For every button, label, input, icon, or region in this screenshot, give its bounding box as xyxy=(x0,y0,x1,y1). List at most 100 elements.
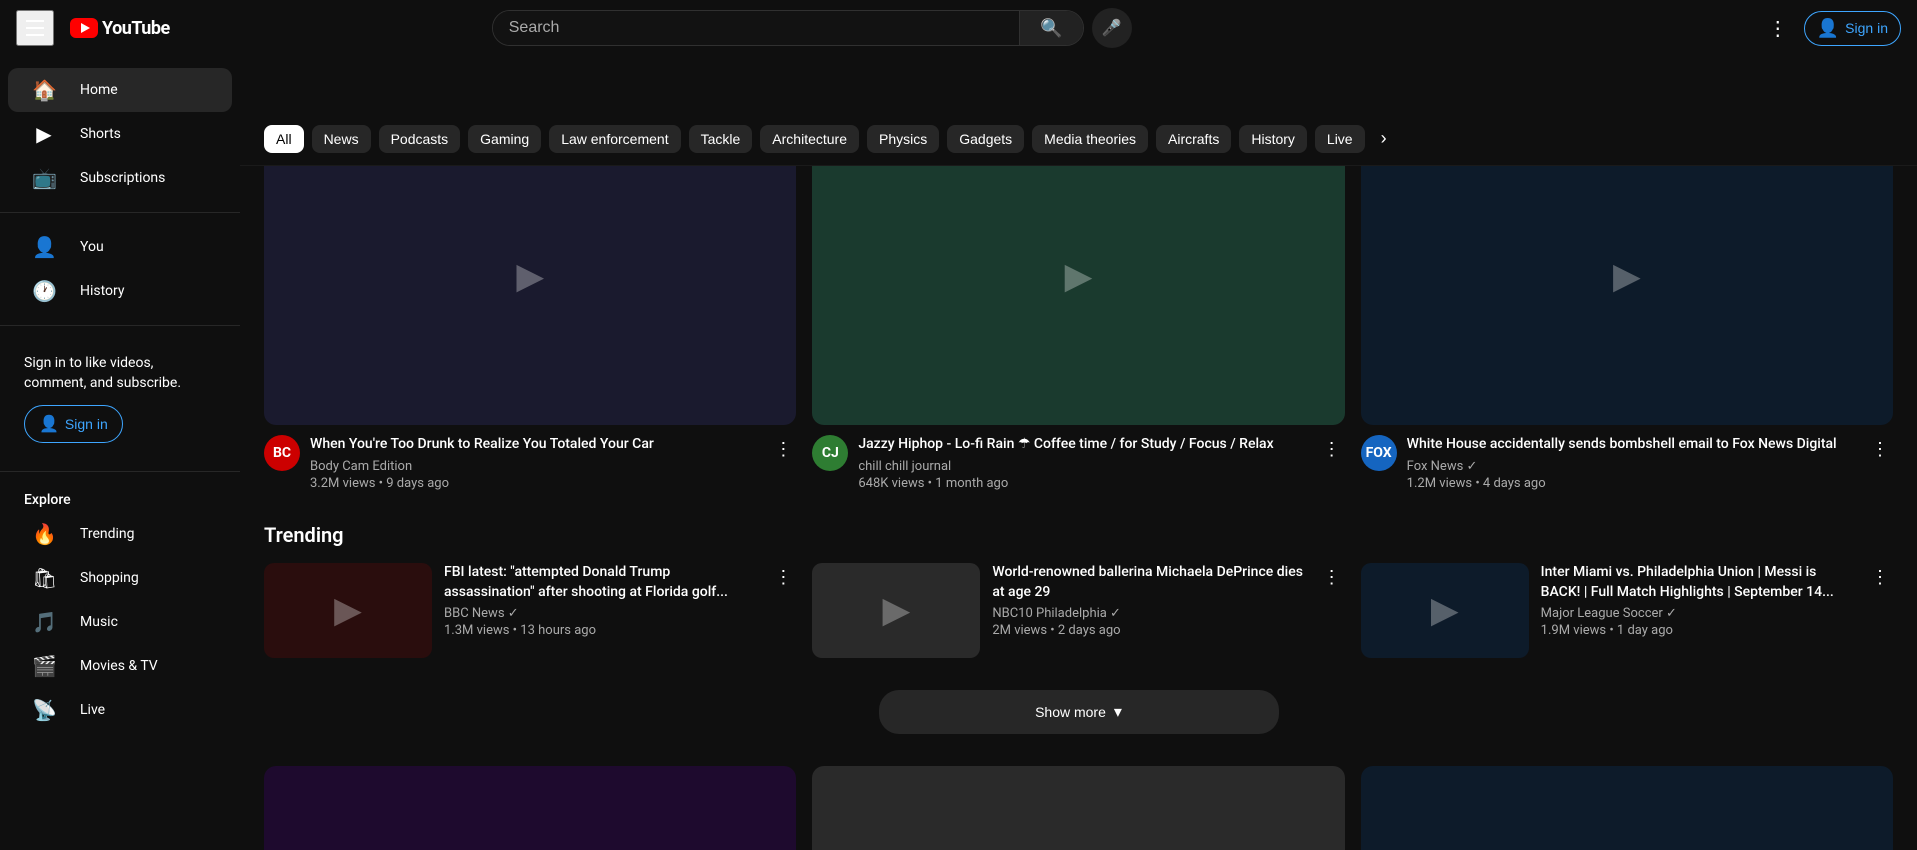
video-card-v1[interactable]: ▶ BC When You're Too Drunk to Realize Yo… xyxy=(264,126,796,491)
trending-item-t2[interactable]: ▶ World-renowned ballerina Michaela DePr… xyxy=(812,563,1344,658)
filter-chip-news[interactable]: News xyxy=(312,125,371,153)
sidebar-item-music[interactable]: 🎵 Music xyxy=(8,600,232,644)
shopping-icon: 🛍 xyxy=(32,566,56,590)
trending-thumb-t1: ▶ xyxy=(264,563,432,658)
video-thumb-mv1: ▶ xyxy=(264,766,796,850)
channel-avatar-v1[interactable]: BC xyxy=(264,435,300,471)
trending-title-t3: Inter Miami vs. Philadelphia Union | Mes… xyxy=(1541,563,1855,602)
video-more-button-v3[interactable]: ⋮ xyxy=(1867,435,1893,464)
youtube-logo-icon xyxy=(70,18,98,38)
trending-more-button-t1[interactable]: ⋮ xyxy=(770,563,796,592)
filter-chip-aircrafts[interactable]: Aircrafts xyxy=(1156,125,1231,153)
video-thumb-v1: ▶ xyxy=(264,126,796,425)
hamburger-menu-button[interactable] xyxy=(16,10,54,46)
sidebar-divider-2 xyxy=(0,325,240,326)
more-options-button[interactable]: ⋮ xyxy=(1760,8,1796,49)
trending-item-t1[interactable]: ▶ FBI latest: "attempted Donald Trump as… xyxy=(264,563,796,658)
sidebar-signin-button[interactable]: 👤 Sign in xyxy=(24,405,123,443)
live-icon: 📡 xyxy=(32,698,56,722)
trending-details-t2: World-renowned ballerina Michaela DePrin… xyxy=(992,563,1306,658)
filter-chip-gaming[interactable]: Gaming xyxy=(468,125,541,153)
chevron-down-icon: ▾ xyxy=(1114,702,1122,722)
video-info-v3: FOX White House accidentally sends bombs… xyxy=(1361,435,1893,491)
trending-item-t3[interactable]: ▶ Inter Miami vs. Philadelphia Union | M… xyxy=(1361,563,1893,658)
sidebar-label-trending: Trending xyxy=(80,526,135,542)
sidebar-signin-label: Sign in xyxy=(65,416,108,432)
filter-chip-all[interactable]: All xyxy=(264,125,304,153)
sidebar-item-live[interactable]: 📡 Live xyxy=(8,688,232,732)
mic-button[interactable]: 🎤 xyxy=(1092,8,1132,48)
channel-avatar-v3[interactable]: FOX xyxy=(1361,435,1397,471)
trending-thumb-t3: ▶ xyxy=(1361,563,1529,658)
sidebar-label-movies: Movies & TV xyxy=(80,658,158,674)
filter-chip-physics[interactable]: Physics xyxy=(867,125,939,153)
filter-chip-architecture[interactable]: Architecture xyxy=(760,125,859,153)
trending-details-t3: Inter Miami vs. Philadelphia Union | Mes… xyxy=(1541,563,1855,658)
video-more-button-v1[interactable]: ⋮ xyxy=(770,435,796,464)
filter-chip-podcasts[interactable]: Podcasts xyxy=(379,125,461,153)
sidebar-label-home: Home xyxy=(80,82,118,98)
filter-chip-media_theories[interactable]: Media theories xyxy=(1032,125,1148,153)
show-more-container: Show more ▾ xyxy=(240,674,1917,750)
sidebar-signin-icon: 👤 xyxy=(39,414,59,434)
search-input[interactable] xyxy=(493,11,1020,45)
header-right: ⋮ 👤 Sign in xyxy=(1760,8,1901,49)
sidebar: 🏠 Home ▶ Shorts 📺 Subscriptions 👤 You 🕐 … xyxy=(0,56,240,850)
filter-chip-tackle[interactable]: Tackle xyxy=(689,125,753,153)
trending-channel-t3: Major League Soccer ✓ xyxy=(1541,606,1855,621)
trending-more-button-t2[interactable]: ⋮ xyxy=(1319,563,1345,592)
main-layout: 🏠 Home ▶ Shorts 📺 Subscriptions 👤 You 🕐 … xyxy=(0,56,1917,850)
explore-label: Explore xyxy=(0,484,240,512)
video-card-v3[interactable]: ▶ FOX White House accidentally sends bom… xyxy=(1361,126,1893,491)
sidebar-label-live: Live xyxy=(80,702,105,718)
video-title-v2: Jazzy Hiphop - Lo-fi Rain ☂ Coffee time … xyxy=(858,435,1308,455)
search-bar: 🔍 xyxy=(492,10,1084,46)
filter-chip-law_enforcement[interactable]: Law enforcement xyxy=(549,125,680,153)
sidebar-item-trending[interactable]: 🔥 Trending xyxy=(8,512,232,556)
sidebar-label-music: Music xyxy=(80,614,118,630)
trending-more-button-t3[interactable]: ⋮ xyxy=(1867,563,1893,592)
sign-in-button[interactable]: 👤 Sign in xyxy=(1804,11,1901,46)
video-details-v3: White House accidentally sends bombshell… xyxy=(1407,435,1857,491)
sidebar-item-movies[interactable]: 🎬 Movies & TV xyxy=(8,644,232,688)
show-more-button[interactable]: Show more ▾ xyxy=(879,690,1279,734)
header-left: YouTube xyxy=(16,10,170,46)
you-icon: 👤 xyxy=(32,235,56,259)
video-channel-v3: Fox News ✓ xyxy=(1407,459,1857,474)
video-card-mv3[interactable]: ▶ Ve Inside The Navy's Indoor Ocean Veri… xyxy=(1361,766,1893,850)
video-thumb-mv3: ▶ xyxy=(1361,766,1893,850)
video-thumb-v2: ▶ xyxy=(812,126,1344,425)
music-icon: 🎵 xyxy=(32,610,56,634)
sidebar-signin-text: Sign in to like videos, comment, and sub… xyxy=(24,354,216,393)
sidebar-item-history[interactable]: 🕐 History xyxy=(8,269,232,313)
trending-section: Trending ▶ FBI latest: "attempted Donald… xyxy=(240,507,1917,674)
video-meta-v1: 3.2M views • 9 days ago xyxy=(310,476,760,491)
video-more-button-v2[interactable]: ⋮ xyxy=(1319,435,1345,464)
video-card-mv1[interactable]: ▶ RT I Survived 50 Hours in Apple Vision… xyxy=(264,766,796,850)
video-card-mv2[interactable]: ▶ TF Taking a 100-Year-Old Model T to a … xyxy=(812,766,1344,850)
video-card-v2[interactable]: ▶ CJ Jazzy Hiphop - Lo-fi Rain ☂ Coffee … xyxy=(812,126,1344,491)
filter-next-arrow[interactable]: › xyxy=(1373,124,1395,153)
sidebar-item-home[interactable]: 🏠 Home xyxy=(8,68,232,112)
top-videos-grid: ▶ BC When You're Too Drunk to Realize Yo… xyxy=(264,126,1893,491)
sidebar-item-subscriptions[interactable]: 📺 Subscriptions xyxy=(8,156,232,200)
filter-chip-gadgets[interactable]: Gadgets xyxy=(947,125,1024,153)
sidebar-item-you[interactable]: 👤 You xyxy=(8,225,232,269)
top-videos-section: ▶ BC When You're Too Drunk to Realize Yo… xyxy=(240,110,1917,507)
youtube-logo[interactable]: YouTube xyxy=(70,18,170,39)
video-info-v2: CJ Jazzy Hiphop - Lo-fi Rain ☂ Coffee ti… xyxy=(812,435,1344,491)
search-button[interactable]: 🔍 xyxy=(1019,11,1082,45)
filter-chip-history[interactable]: History xyxy=(1239,125,1307,153)
filter-chip-live[interactable]: Live xyxy=(1315,125,1365,153)
video-channel-v1: Body Cam Edition xyxy=(310,459,760,474)
sidebar-item-shorts[interactable]: ▶ Shorts xyxy=(8,112,232,156)
video-info-v1: BC When You're Too Drunk to Realize You … xyxy=(264,435,796,491)
search-icon: 🔍 xyxy=(1040,18,1062,38)
channel-avatar-v2[interactable]: CJ xyxy=(812,435,848,471)
trending-title-t1: FBI latest: "attempted Donald Trump assa… xyxy=(444,563,758,602)
video-meta-v2: 648K views • 1 month ago xyxy=(858,476,1308,491)
sidebar-item-shopping[interactable]: 🛍 Shopping xyxy=(8,556,232,600)
sign-in-label: Sign in xyxy=(1845,20,1888,36)
sidebar-label-shorts: Shorts xyxy=(80,126,121,142)
trending-thumb-t2: ▶ xyxy=(812,563,980,658)
